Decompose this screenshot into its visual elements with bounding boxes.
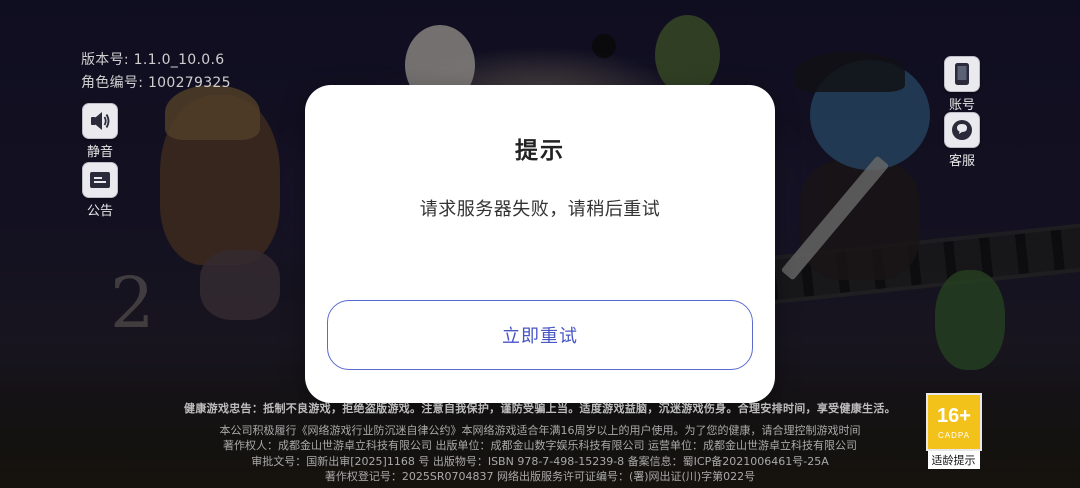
- dialog-message: 请求服务器失败，请稍后重试: [419, 199, 661, 220]
- error-dialog: 提示 请求服务器失败，请稍后重试 立即重试: [305, 85, 775, 403]
- mute-label: 静音: [86, 145, 113, 160]
- version-text: 版本号: 1.1.0_10.0.6: [81, 52, 225, 68]
- account-button[interactable]: 账号: [942, 56, 982, 113]
- chat-icon: [944, 112, 980, 148]
- account-label: 账号: [948, 98, 975, 113]
- notice-label: 公告: [86, 204, 113, 219]
- notice-button[interactable]: 公告: [80, 162, 120, 219]
- age-rating-badge[interactable]: 16+ CADPA 适龄提示: [926, 393, 982, 469]
- role-id-text: 角色编号: 100279325: [81, 75, 231, 91]
- age-rating-org: CADPA: [938, 430, 970, 440]
- age-rating-caption: 适龄提示: [927, 451, 980, 469]
- speaker-icon: [82, 103, 118, 139]
- approval-text: 审批文号：国新出审[2025]1168 号 出版物号：ISBN 978-7-49…: [251, 455, 829, 468]
- service-label: 客服: [948, 154, 975, 169]
- license-text: 著作权登记号：2025SR0704837 网络出版服务许可证编号：(署)网出证(…: [324, 470, 756, 483]
- age-rating-number: 16+: [937, 404, 971, 427]
- bulletin-icon: [82, 162, 118, 198]
- mute-button[interactable]: 静音: [80, 103, 120, 160]
- copyright-text: 著作权人：成都金山世游卓立科技有限公司 出版单位：成都金山数字娱乐科技有限公司 …: [223, 439, 857, 452]
- dialog-title: 提示: [515, 138, 565, 164]
- retry-button[interactable]: 立即重试: [327, 300, 753, 370]
- phone-icon: [944, 56, 980, 92]
- customer-service-button[interactable]: 客服: [942, 112, 982, 169]
- retry-label: 立即重试: [502, 326, 578, 347]
- health-notice: 健康游戏忠告：抵制不良游戏，拒绝盗版游戏。注意自我保护，谨防受骗上当。适度游戏益…: [184, 402, 896, 415]
- age-rating-plate: 16+ CADPA: [926, 393, 982, 451]
- anti-addiction-text: 本公司积极履行《网络游戏行业防沉迷自律公约》本网络游戏适合年满16周岁以上的用户…: [219, 424, 861, 437]
